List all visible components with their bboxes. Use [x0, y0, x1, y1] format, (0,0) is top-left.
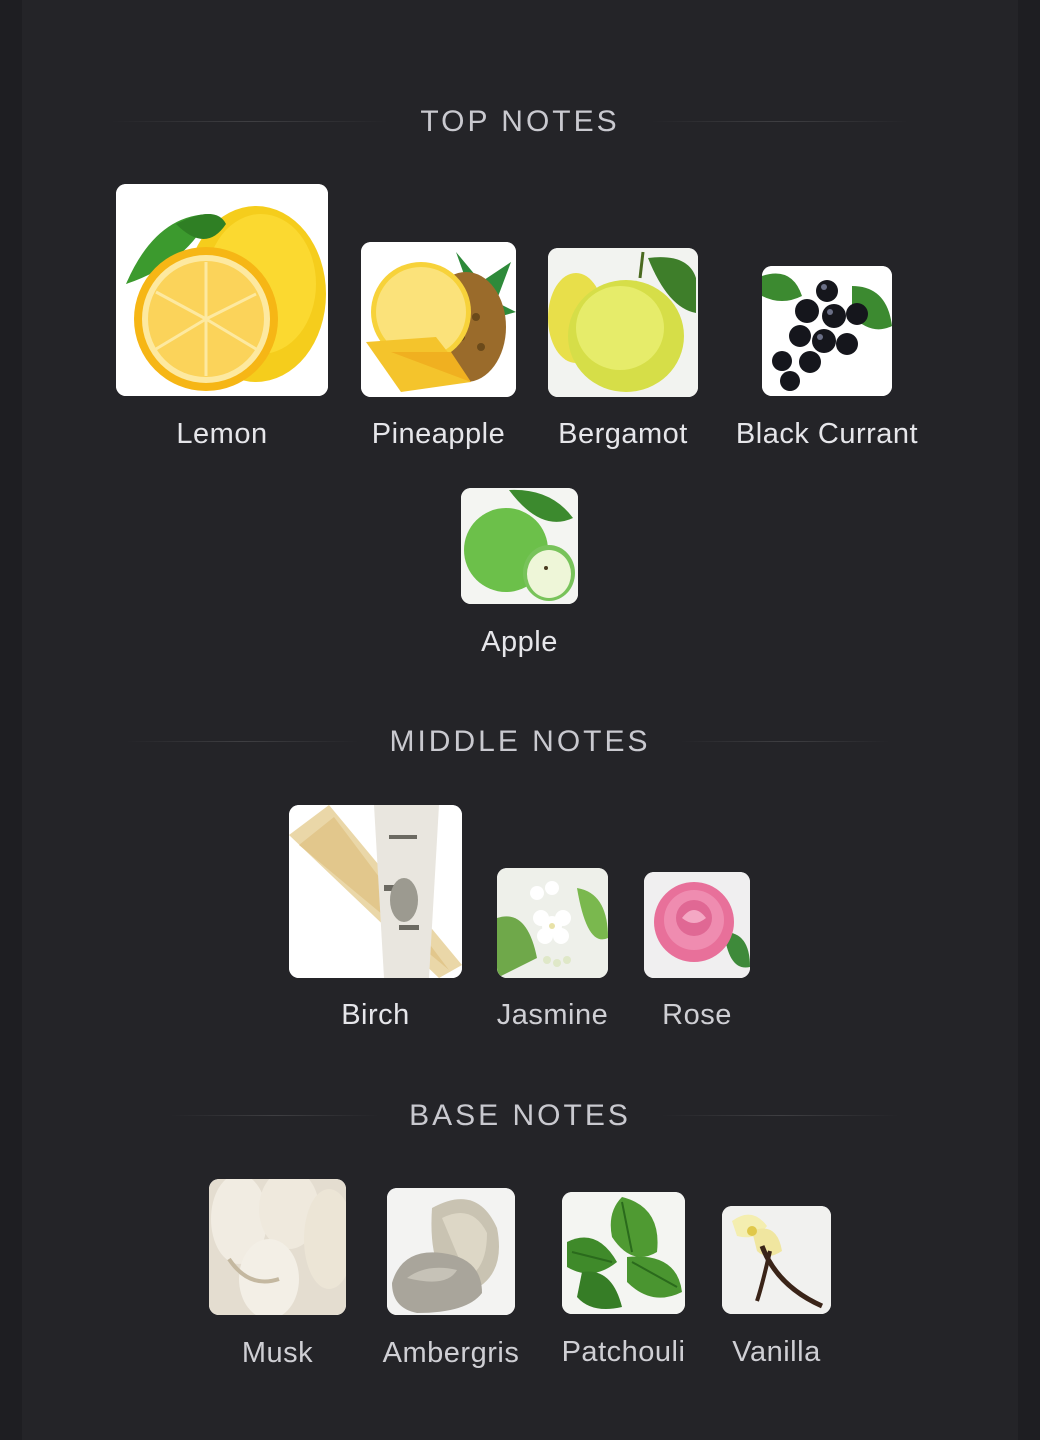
divider-line: [125, 741, 360, 742]
lemon-icon: [116, 184, 328, 396]
note-label: Birch: [341, 999, 410, 1031]
note-jasmine[interactable]: Jasmine: [497, 868, 608, 1031]
ambergris-icon: [387, 1188, 515, 1315]
patchouli-icon: [562, 1192, 685, 1314]
note-label: Vanilla: [732, 1336, 821, 1368]
divider-line: [650, 121, 910, 122]
note-label: Black Currant: [735, 418, 919, 450]
note-label: Pineapple: [371, 418, 506, 450]
section-title: BASE NOTES: [381, 1099, 659, 1133]
note-bergamot[interactable]: Bergamot: [548, 248, 698, 450]
section-header-middle-notes: MIDDLE NOTES: [0, 722, 1040, 762]
rose-icon: [644, 872, 750, 978]
note-label: Patchouli: [561, 1336, 686, 1368]
note-black-currant[interactable]: Black Currant: [736, 266, 918, 450]
note-vanilla[interactable]: Vanilla: [722, 1206, 831, 1368]
note-musk[interactable]: Musk: [209, 1179, 346, 1369]
divider-line: [170, 1115, 380, 1116]
note-ambergris[interactable]: Ambergris: [383, 1188, 519, 1369]
note-pineapple[interactable]: Pineapple: [361, 242, 516, 450]
note-lemon[interactable]: Lemon: [116, 184, 328, 450]
divider-line: [660, 1115, 900, 1116]
note-birch[interactable]: Birch: [289, 805, 462, 1031]
vanilla-icon: [722, 1206, 831, 1314]
note-label: Apple: [481, 626, 558, 658]
note-label: Bergamot: [558, 418, 688, 450]
section-title: MIDDLE NOTES: [361, 725, 679, 759]
section-title: TOP NOTES: [392, 105, 648, 139]
musk-icon: [209, 1179, 346, 1315]
note-patchouli[interactable]: Patchouli: [562, 1192, 685, 1368]
pineapple-icon: [361, 242, 516, 397]
note-label: Ambergris: [382, 1337, 520, 1369]
note-rose[interactable]: Rose: [644, 872, 750, 1031]
section-header-base-notes: BASE NOTES: [0, 1096, 1040, 1136]
apple-icon: [461, 488, 578, 604]
note-label: Jasmine: [496, 999, 609, 1031]
divider-line: [680, 741, 890, 742]
black-currant-icon: [762, 266, 892, 396]
note-apple[interactable]: Apple: [461, 488, 578, 658]
note-label: Musk: [241, 1337, 314, 1369]
note-label: Lemon: [176, 418, 268, 450]
birch-icon: [289, 805, 462, 978]
bergamot-icon: [548, 248, 698, 397]
jasmine-icon: [497, 868, 608, 978]
note-label: Rose: [662, 999, 732, 1031]
section-header-top-notes: TOP NOTES: [0, 102, 1040, 142]
divider-line: [110, 121, 390, 122]
